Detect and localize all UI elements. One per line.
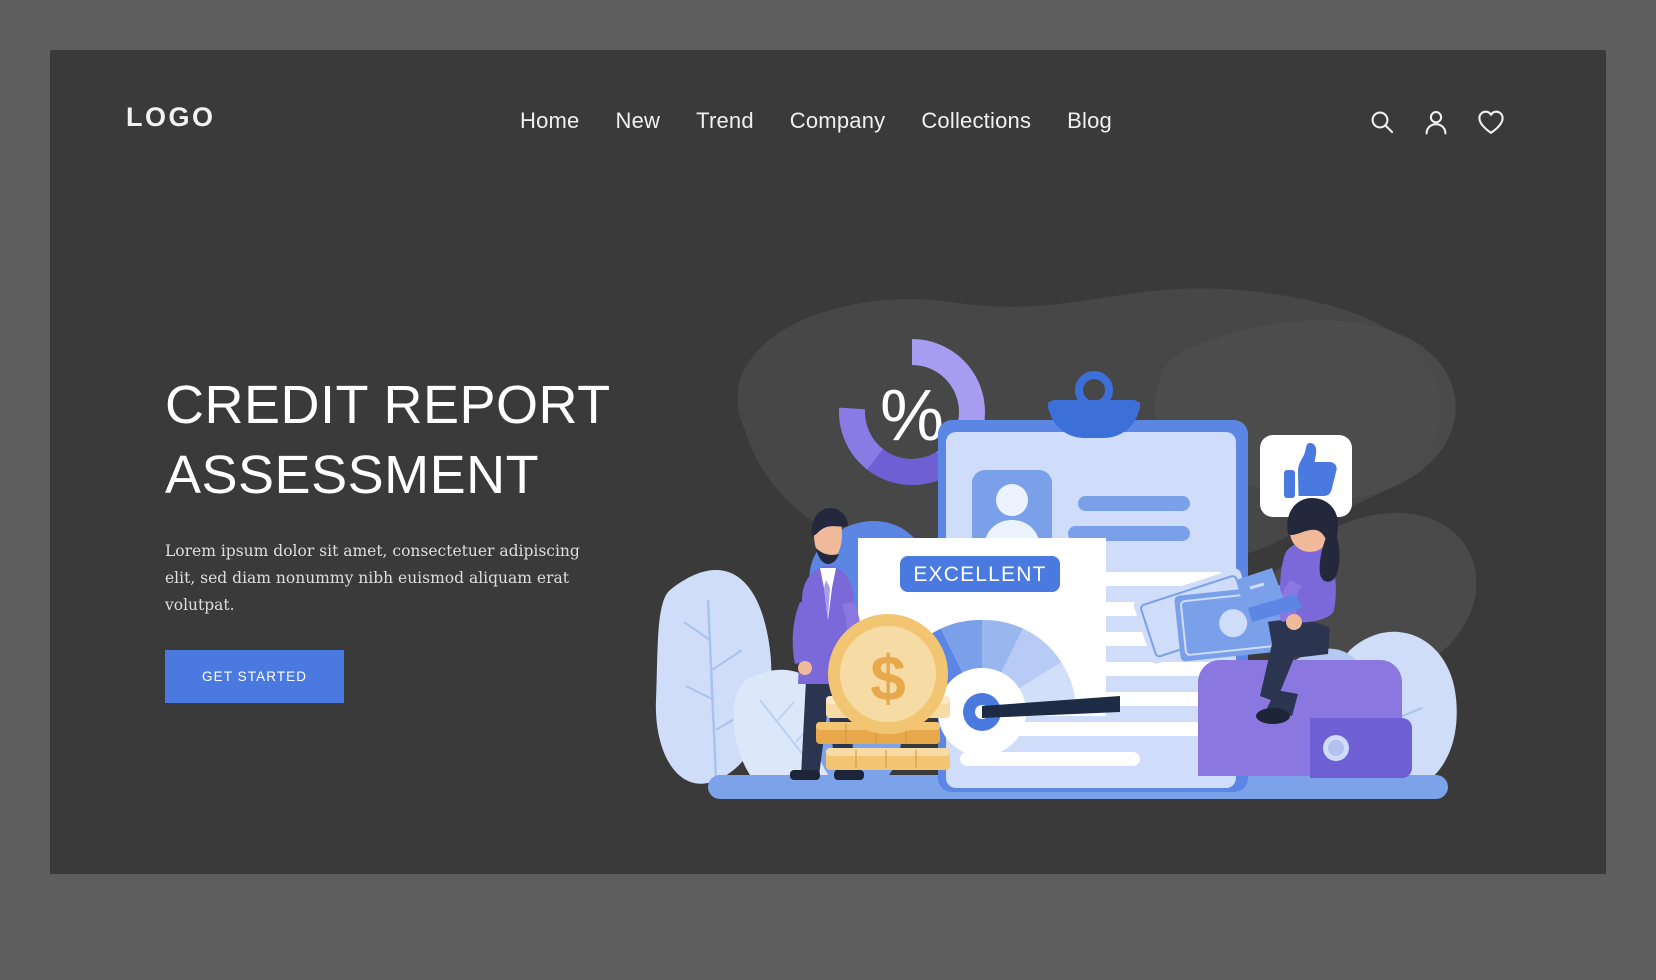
header-icon-group <box>1368 108 1506 136</box>
percent-symbol: % <box>880 376 944 456</box>
hero-illustration: % EXCELLENT $ <box>650 250 1510 820</box>
page-root: LOGO Home New Trend Company Collections … <box>0 0 1656 980</box>
search-icon[interactable] <box>1368 108 1396 136</box>
nav-item-new[interactable]: New <box>598 108 679 134</box>
hero-card: LOGO Home New Trend Company Collections … <box>50 50 1606 874</box>
nav-item-blog[interactable]: Blog <box>1049 108 1130 134</box>
hero-subtitle: Lorem ipsum dolor sit amet, consectetuer… <box>165 542 580 614</box>
hero-copy: CREDIT REPORT ASSESSMENT Lorem ipsum dol… <box>165 370 645 704</box>
user-icon[interactable] <box>1422 108 1450 136</box>
nav-item-company[interactable]: Company <box>772 108 904 134</box>
nav-item-trend[interactable]: Trend <box>678 108 772 134</box>
rating-badge-label: EXCELLENT <box>913 563 1046 586</box>
site-header: LOGO Home New Trend Company Collections … <box>50 50 1606 220</box>
main-navigation: Home New Trend Company Collections Blog <box>502 108 1130 134</box>
get-started-button[interactable]: GET STARTED <box>165 650 345 704</box>
nav-item-home[interactable]: Home <box>502 108 598 134</box>
wallet <box>1198 660 1412 778</box>
logo[interactable]: LOGO <box>126 102 216 133</box>
page-title: CREDIT REPORT ASSESSMENT <box>165 375 611 506</box>
nav-item-collections[interactable]: Collections <box>903 108 1049 134</box>
coin-symbol: $ <box>870 642 906 714</box>
heart-icon[interactable] <box>1476 108 1506 136</box>
